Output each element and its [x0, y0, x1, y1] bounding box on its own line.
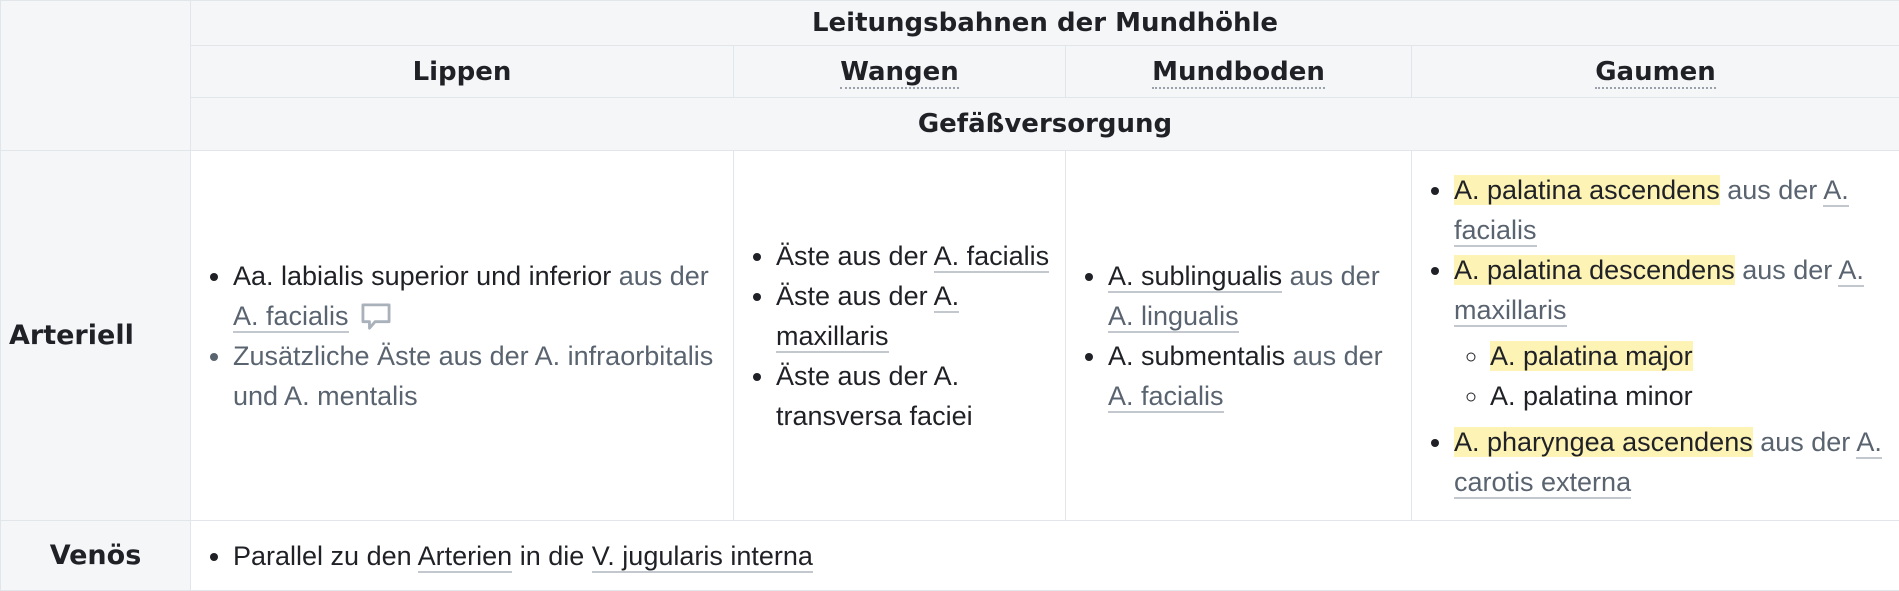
highlight-a-pharyngea-ascendens[interactable]: A. pharyngea ascendens	[1454, 426, 1753, 457]
cell-venoes: Parallel zu den Arterien in die V. jugul…	[189, 520, 1899, 591]
comment-icon[interactable]	[359, 303, 393, 331]
list-gaumen: A. palatina ascendens aus der A. faciali…	[1412, 170, 1899, 502]
list-venoes: Parallel zu den Arterien in die V. jugul…	[191, 536, 1899, 576]
vessel-table: Leitungsbahnen der Mundhöhle Lippen Wang…	[0, 0, 1899, 591]
row-header-venoes: Venös	[0, 520, 191, 591]
list-item: Zusätzliche Äste aus der A. infraorbital…	[233, 336, 733, 416]
column-link-mundboden[interactable]: Mundboden	[1152, 56, 1325, 89]
link-a-facialis[interactable]: A. facialis	[233, 300, 349, 333]
table-title: Leitungsbahnen der Mundhöhle	[189, 0, 1899, 46]
list-item: A. palatina ascendens aus der A. faciali…	[1454, 170, 1899, 250]
list-item: Äste aus der A. maxillaris	[776, 276, 1065, 356]
list-item: Parallel zu den Arterien in die V. jugul…	[233, 536, 1899, 576]
row-header-arteriell: Arteriell	[0, 150, 191, 521]
list-item: A. pharyngea ascendens aus der A. caroti…	[1454, 422, 1899, 502]
link-a-sublingualis[interactable]: A. sublingualis	[1108, 260, 1283, 293]
cell-wangen: Äste aus der A. facialis Äste aus der A.…	[733, 150, 1066, 521]
link-a-lingualis[interactable]: A. lingualis	[1108, 300, 1239, 333]
highlight-a-palatina-ascendens[interactable]: A. palatina ascendens	[1454, 174, 1720, 205]
cell-gaumen: A. palatina ascendens aus der A. faciali…	[1410, 150, 1899, 521]
column-header-wangen[interactable]: Wangen	[733, 45, 1066, 98]
cell-mundboden: A. sublingualis aus der A. lingualis A. …	[1065, 150, 1412, 521]
highlight-a-palatina-major[interactable]: A. palatina major	[1490, 340, 1693, 371]
list-wangen: Äste aus der A. facialis Äste aus der A.…	[734, 236, 1065, 436]
column-header-lippen: Lippen	[190, 45, 734, 98]
column-header-mundboden[interactable]: Mundboden	[1065, 45, 1412, 98]
list-lippen: Aa. labialis superior und inferior aus d…	[191, 256, 733, 416]
section-header: Gefäßversorgung	[189, 97, 1899, 151]
link-a-facialis[interactable]: A. facialis	[933, 240, 1050, 273]
list-item: Äste aus der A. facialis	[776, 236, 1065, 276]
list-item: Äste aus der A. transversa faciei	[776, 356, 1065, 436]
link-v-jugularis-interna[interactable]: V. jugularis interna	[591, 540, 813, 573]
list-item: Aa. labialis superior und inferior aus d…	[233, 256, 733, 336]
list-item: A. sublingualis aus der A. lingualis	[1108, 256, 1411, 336]
cell-lippen: Aa. labialis superior und inferior aus d…	[190, 150, 734, 521]
list-item: A. submentalis aus der A. facialis	[1108, 336, 1411, 416]
list-mundboden: A. sublingualis aus der A. lingualis A. …	[1066, 256, 1411, 416]
link-arterien[interactable]: Arterien	[417, 540, 513, 573]
corner-cell	[0, 0, 191, 151]
list-item: A. palatina descendens aus der A. maxill…	[1454, 250, 1899, 416]
column-header-gaumen[interactable]: Gaumen	[1410, 45, 1899, 98]
list-item: A. palatina major	[1490, 336, 1899, 376]
link-a-facialis[interactable]: A. facialis	[1108, 380, 1224, 413]
highlight-a-palatina-descendens[interactable]: A. palatina descendens	[1454, 254, 1735, 285]
sublist-palatina: A. palatina major A. palatina minor	[1454, 336, 1899, 416]
list-item: A. palatina minor	[1490, 376, 1899, 416]
column-link-wangen[interactable]: Wangen	[840, 56, 959, 89]
column-link-gaumen[interactable]: Gaumen	[1595, 56, 1716, 89]
